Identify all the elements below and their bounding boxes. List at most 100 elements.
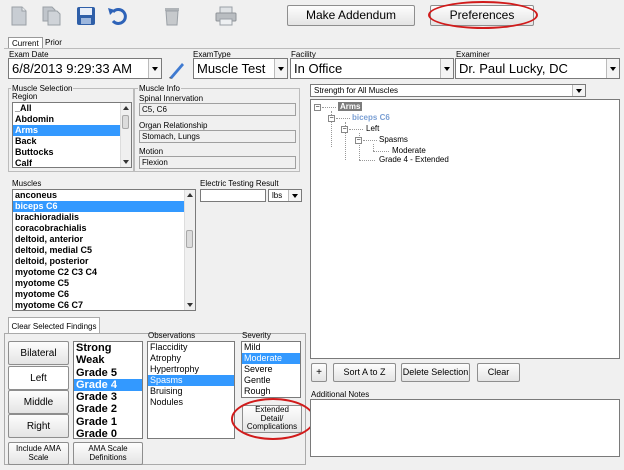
list-item[interactable]: coracobrachialis bbox=[13, 223, 195, 234]
unit-select[interactable]: lbs bbox=[268, 189, 302, 202]
chevron-down-icon[interactable] bbox=[440, 59, 453, 78]
list-item[interactable]: Grade 4 bbox=[74, 378, 142, 392]
add-button[interactable]: + bbox=[311, 363, 327, 382]
exam-date-field[interactable]: 6/8/2013 9:29:33 AM bbox=[8, 58, 162, 79]
organ-relationship-label: Organ Relationship bbox=[139, 121, 208, 130]
new-document-icon[interactable] bbox=[4, 2, 34, 30]
muscles-scrollbar[interactable] bbox=[184, 190, 195, 310]
region-scrollbar[interactable] bbox=[120, 103, 131, 167]
collapse-icon[interactable]: − bbox=[355, 137, 362, 144]
chevron-down-icon[interactable] bbox=[288, 190, 301, 201]
organ-relationship-value: Stomach, Lungs bbox=[139, 130, 296, 143]
tree-node-region[interactable]: Arms bbox=[338, 102, 363, 111]
list-item[interactable]: _All bbox=[13, 103, 131, 114]
collapse-icon[interactable]: − bbox=[328, 115, 335, 122]
list-item[interactable]: Abdomin bbox=[13, 114, 131, 125]
muscle-info-title: Muscle Info bbox=[138, 84, 181, 93]
clear-button[interactable]: Clear bbox=[477, 363, 520, 382]
spinal-innervation-label: Spinal Innervation bbox=[139, 94, 204, 103]
list-item[interactable]: biceps C6 bbox=[13, 201, 195, 212]
list-item[interactable]: deltoid, medial C5 bbox=[13, 245, 195, 256]
list-item[interactable]: Mild bbox=[242, 342, 300, 353]
severity-list[interactable]: Mild Moderate Severe Gentle Rough bbox=[241, 341, 301, 398]
trash-icon[interactable] bbox=[157, 2, 187, 30]
list-item[interactable]: Grade 1 bbox=[74, 416, 142, 428]
motion-value: Flexion bbox=[139, 156, 296, 169]
tab-prior[interactable]: Prior bbox=[42, 37, 65, 48]
list-item[interactable]: brachioradialis bbox=[13, 212, 195, 223]
list-item[interactable]: Flaccidity bbox=[148, 342, 234, 353]
right-button[interactable]: Right bbox=[8, 414, 69, 438]
left-button[interactable]: Left bbox=[8, 366, 69, 390]
additional-notes-input[interactable] bbox=[310, 399, 620, 457]
sort-a-to-z-button[interactable]: Sort A to Z bbox=[333, 363, 396, 382]
chevron-down-icon[interactable] bbox=[606, 59, 619, 78]
list-item[interactable]: Calf bbox=[13, 158, 131, 167]
list-item[interactable]: myotome C2 C3 C4 bbox=[13, 267, 195, 278]
undo-icon[interactable] bbox=[103, 2, 133, 30]
list-item[interactable]: Gentle bbox=[242, 375, 300, 386]
tree-node-side[interactable]: Left bbox=[366, 124, 379, 133]
print-icon[interactable] bbox=[211, 2, 241, 30]
collapse-icon[interactable]: − bbox=[341, 126, 348, 133]
electric-result-input[interactable] bbox=[200, 189, 266, 202]
tree-node-finding[interactable]: Spasms bbox=[379, 135, 408, 144]
list-item[interactable]: Rough bbox=[242, 386, 300, 397]
save-icon[interactable] bbox=[71, 2, 101, 30]
exam-date-value: 6/8/2013 9:29:33 AM bbox=[12, 61, 132, 76]
list-item[interactable]: myotome C5 bbox=[13, 278, 195, 289]
list-item[interactable]: Buttocks bbox=[13, 147, 131, 158]
list-item[interactable]: Grade 2 bbox=[74, 403, 142, 415]
list-item[interactable]: Hypertrophy bbox=[148, 364, 234, 375]
list-item[interactable]: Bruising bbox=[148, 386, 234, 397]
observations-list[interactable]: Flaccidity Atrophy Hypertrophy Spasms Br… bbox=[147, 341, 235, 439]
extended-detail-button[interactable]: Extended Detail/ Complications bbox=[242, 405, 302, 433]
exam-type-select[interactable]: Muscle Test bbox=[193, 58, 288, 79]
grade-list[interactable]: Strong Weak Grade 5 Grade 4 Grade 3 Grad… bbox=[73, 341, 143, 439]
middle-button[interactable]: Middle bbox=[8, 390, 69, 414]
list-item[interactable]: Atrophy bbox=[148, 353, 234, 364]
list-item[interactable]: Back bbox=[13, 136, 131, 147]
list-item[interactable]: Moderate bbox=[242, 353, 300, 364]
muscles-label: Muscles bbox=[12, 179, 42, 188]
list-item[interactable]: deltoid, posterior bbox=[13, 256, 195, 267]
bilateral-button[interactable]: Bilateral bbox=[8, 341, 69, 365]
list-item[interactable]: Nodules bbox=[148, 397, 234, 408]
examiner-select[interactable]: Dr. Paul Lucky, DC bbox=[455, 58, 620, 79]
muscles-list[interactable]: anconeus biceps C6 brachioradialis corac… bbox=[12, 189, 196, 311]
list-item[interactable]: myotome C6 bbox=[13, 289, 195, 300]
list-item[interactable]: Strong bbox=[74, 342, 142, 354]
region-list[interactable]: _All Abdomin Arms Back Buttocks Calf bbox=[12, 102, 132, 168]
list-item[interactable]: Grade 5 bbox=[74, 367, 142, 379]
tree-node-muscle[interactable]: biceps C6 bbox=[352, 113, 390, 122]
strength-dropdown-value: Strength for All Muscles bbox=[314, 86, 399, 95]
collapse-icon[interactable]: − bbox=[314, 104, 321, 111]
pencil-icon[interactable] bbox=[166, 58, 186, 80]
list-item[interactable]: Spasms bbox=[148, 375, 234, 386]
tree-node-grade[interactable]: Grade 4 - Extended bbox=[379, 155, 449, 164]
clear-selected-findings-button[interactable]: Clear Selected Findings bbox=[8, 317, 100, 334]
list-item[interactable]: Weak bbox=[74, 354, 142, 366]
make-addendum-button[interactable]: Make Addendum bbox=[287, 5, 415, 26]
list-item[interactable]: deltoid, anterior bbox=[13, 234, 195, 245]
delete-selection-button[interactable]: Delete Selection bbox=[401, 363, 470, 382]
copy-icon[interactable] bbox=[37, 2, 67, 30]
list-item[interactable]: Grade 3 bbox=[74, 391, 142, 403]
chevron-down-icon[interactable] bbox=[274, 59, 287, 78]
tree-node-severity[interactable]: Moderate bbox=[392, 146, 426, 155]
chevron-down-icon[interactable] bbox=[148, 59, 161, 78]
list-item[interactable]: Arms bbox=[13, 125, 131, 136]
list-item[interactable]: myotome C6 C7 bbox=[13, 300, 195, 310]
facility-value: In Office bbox=[294, 61, 343, 76]
facility-select[interactable]: In Office bbox=[290, 58, 454, 79]
preferences-button[interactable]: Preferences bbox=[430, 5, 534, 26]
list-item[interactable]: Severe bbox=[242, 364, 300, 375]
list-item[interactable]: Grade 0 bbox=[74, 428, 142, 438]
include-ama-scale-button[interactable]: Include AMA Scale bbox=[8, 442, 69, 465]
chevron-down-icon[interactable] bbox=[572, 85, 585, 96]
strength-dropdown[interactable]: Strength for All Muscles bbox=[310, 84, 586, 97]
ama-scale-definitions-button[interactable]: AMA Scale Definitions bbox=[73, 442, 143, 465]
tab-divider bbox=[4, 48, 620, 49]
motion-label: Motion bbox=[139, 147, 164, 156]
list-item[interactable]: anconeus bbox=[13, 190, 195, 201]
